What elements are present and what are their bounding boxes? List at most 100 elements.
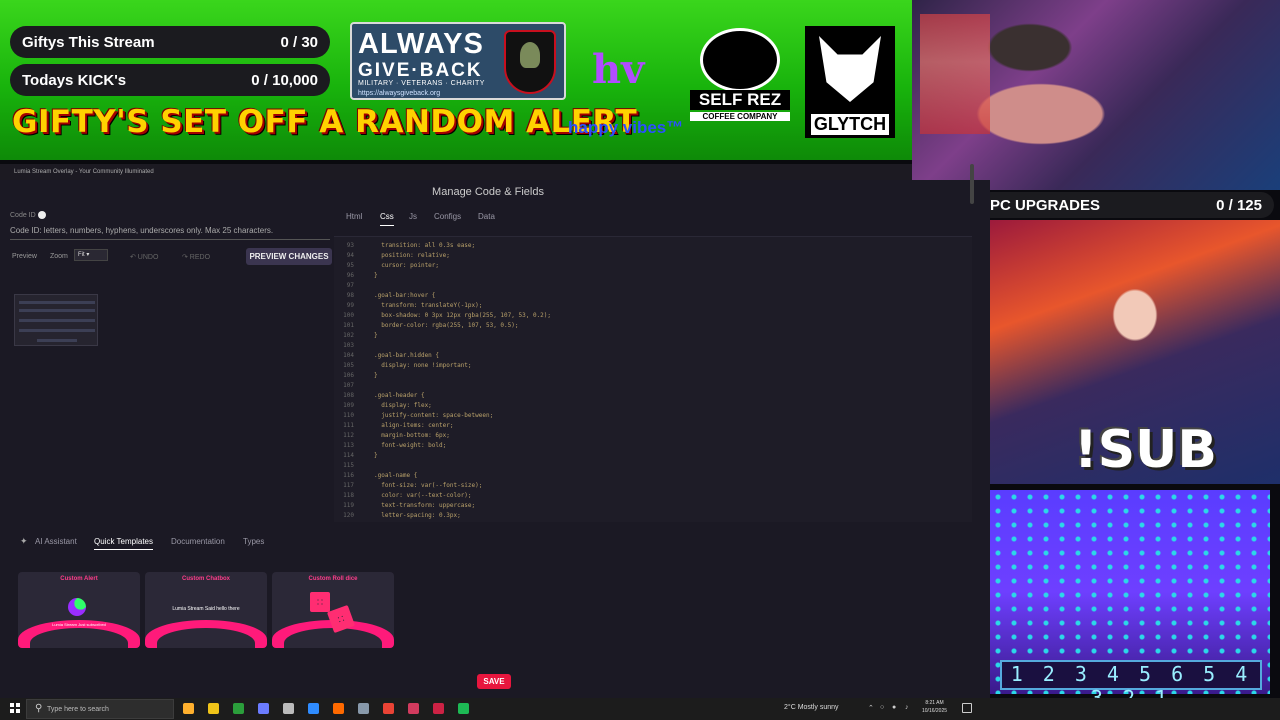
windows-start-icon[interactable] [10, 703, 20, 713]
taskbar-app-icon[interactable] [358, 703, 369, 714]
taskbar-app-icon[interactable] [208, 703, 219, 714]
template-custom-chatbox[interactable]: Custom Chatbox Lumia Stream Said hello t… [145, 572, 267, 648]
taskbar-app-icon[interactable] [283, 703, 294, 714]
taskbar-app-icon[interactable] [433, 703, 444, 714]
code-line[interactable]: 119 text-transform: uppercase; [334, 501, 964, 511]
preview-label: Preview [12, 253, 37, 260]
taskbar-app-icon[interactable] [233, 703, 244, 714]
agb-title: ALWAYS [358, 28, 484, 60]
code-line[interactable]: 108 .goal-header { [334, 391, 964, 401]
undo-button[interactable]: ↶ UNDO [130, 253, 158, 261]
line-number: 97 [346, 282, 354, 289]
code-line[interactable]: 118 color: var(--text-color); [334, 491, 964, 501]
save-button[interactable]: SAVE [477, 674, 511, 689]
code-line[interactable]: 117 font-size: var(--font-size); [334, 481, 964, 491]
volume-icon[interactable]: ♪ [905, 704, 909, 711]
code-text: .goal-header { [374, 392, 425, 399]
settings-panel: Code ID Code ID: letters, numbers, hyphe… [4, 204, 334, 524]
line-number: 109 [343, 402, 354, 409]
code-text: position: relative; [374, 252, 450, 259]
code-line[interactable]: 104 .goal-bar.hidden { [334, 351, 964, 361]
fox-icon [819, 36, 881, 102]
tab-ai-assistant[interactable]: AI Assistant [35, 537, 77, 546]
tab-quick-templates[interactable]: Quick Templates [94, 537, 153, 550]
code-line[interactable]: 97 [334, 281, 964, 291]
template-message: Lumia Stream Just subscribed [52, 622, 106, 627]
css-code-editor[interactable]: 93 transition: all 0.3s ease; 94 position… [334, 236, 972, 522]
code-line[interactable]: 112 margin-bottom: 6px; [334, 431, 964, 441]
code-id-hint[interactable]: Code ID: letters, numbers, hyphens, unde… [10, 226, 330, 240]
tab-types[interactable]: Types [243, 537, 264, 546]
template-custom-roll-dice[interactable]: Custom Roll dice [272, 572, 394, 648]
code-line[interactable]: 93 transition: all 0.3s ease; [334, 241, 964, 251]
line-number: 112 [343, 432, 354, 439]
line-number: 102 [343, 332, 354, 339]
code-line[interactable]: 102} [334, 331, 964, 341]
code-line[interactable]: 95 cursor: pointer; [334, 261, 964, 271]
chevron-up-icon[interactable]: ⌃ [868, 704, 874, 712]
glytch-name: GLYTCH [811, 114, 889, 135]
zoom-value: Fit [78, 252, 85, 258]
code-line[interactable]: 105 display: none !important; [334, 361, 964, 371]
code-line[interactable]: 96} [334, 271, 964, 281]
code-id-field[interactable] [38, 211, 46, 219]
clock-time: 8:21 AM [925, 700, 944, 706]
taskbar-search[interactable]: ⚲ Type here to search [26, 699, 174, 719]
code-line[interactable]: 120 letter-spacing: 0.3px; [334, 511, 964, 521]
taskbar-app-icon[interactable] [308, 703, 319, 714]
line-number: 95 [346, 262, 354, 269]
pc-goal-label: PC UPGRADES [990, 196, 1101, 214]
code-line[interactable]: 110 justify-content: space-between; [334, 411, 964, 421]
code-line[interactable]: 109 display: flex; [334, 401, 964, 411]
notification-icon[interactable] [962, 703, 972, 713]
code-text: display: none !important; [374, 362, 472, 369]
tab-js[interactable]: Js [409, 212, 417, 225]
tab-data[interactable]: Data [478, 212, 495, 225]
code-line[interactable]: 98 .goal-bar:hover { [334, 291, 964, 301]
template-custom-alert[interactable]: Custom Alert Lumia Stream Just subscribe… [18, 572, 140, 648]
code-line[interactable]: 101 border-color: rgba(255, 107, 53, 0.5… [334, 321, 964, 331]
tab-documentation[interactable]: Documentation [171, 537, 225, 546]
code-line[interactable]: 103 [334, 341, 964, 351]
code-text: margin-bottom: 6px; [374, 432, 450, 439]
code-text: justify-content: space-between; [374, 412, 494, 419]
taskbar-app-icon[interactable] [333, 703, 344, 714]
code-text: .goal-bar:hover { [374, 292, 436, 299]
code-text: transition: all 0.3s ease; [374, 242, 476, 249]
taskbar-app-icon[interactable] [408, 703, 419, 714]
code-line[interactable]: 114} [334, 451, 964, 461]
microphone-icon[interactable]: ● [892, 704, 896, 711]
code-line[interactable]: 94 position: relative; [334, 251, 964, 261]
tab-html[interactable]: Html [346, 212, 362, 225]
weather-widget[interactable]: 2°C Mostly sunny [784, 704, 839, 711]
preview-line [19, 301, 95, 304]
tab-css[interactable]: Css [380, 212, 394, 226]
code-line[interactable]: 99 transform: translateY(-1px); [334, 301, 964, 311]
taskbar-app-icon[interactable] [383, 703, 394, 714]
redo-button[interactable]: ↷ REDO [182, 253, 210, 261]
preview-changes-button[interactable]: PREVIEW CHANGES [246, 248, 332, 265]
code-line[interactable]: 116 .goal-name { [334, 471, 964, 481]
line-number: 93 [346, 242, 354, 249]
code-line[interactable]: 111 align-items: center; [334, 421, 964, 431]
code-line[interactable]: 107 [334, 381, 964, 391]
code-line[interactable]: 106} [334, 371, 964, 381]
network-icon[interactable]: ○ [880, 704, 884, 711]
taskbar-app-icon[interactable] [258, 703, 269, 714]
agb-url: https://alwaysgiveback.org [358, 90, 441, 97]
code-line[interactable]: 100 box-shadow: 0 3px 12px rgba(255, 107… [334, 311, 964, 321]
tab-configs[interactable]: Configs [434, 212, 461, 225]
line-number: 101 [343, 322, 354, 329]
taskbar-app-icon[interactable] [458, 703, 469, 714]
code-text: font-size: var(--font-size); [374, 482, 483, 489]
line-number: 108 [343, 392, 354, 399]
zoom-select[interactable]: Fit ▾ [74, 249, 108, 261]
system-clock[interactable]: 8:21 AM 10/16/2025 [922, 699, 947, 715]
code-line[interactable]: 113 font-weight: bold; [334, 441, 964, 451]
editor-scrollbar[interactable] [970, 164, 974, 204]
code-text: display: flex; [374, 402, 432, 409]
kick-goal-progress: 0 / 10,000 [251, 71, 318, 89]
taskbar-app-icon[interactable] [183, 703, 194, 714]
code-text: transform: translateY(-1px); [374, 302, 483, 309]
code-line[interactable]: 115 [334, 461, 964, 471]
